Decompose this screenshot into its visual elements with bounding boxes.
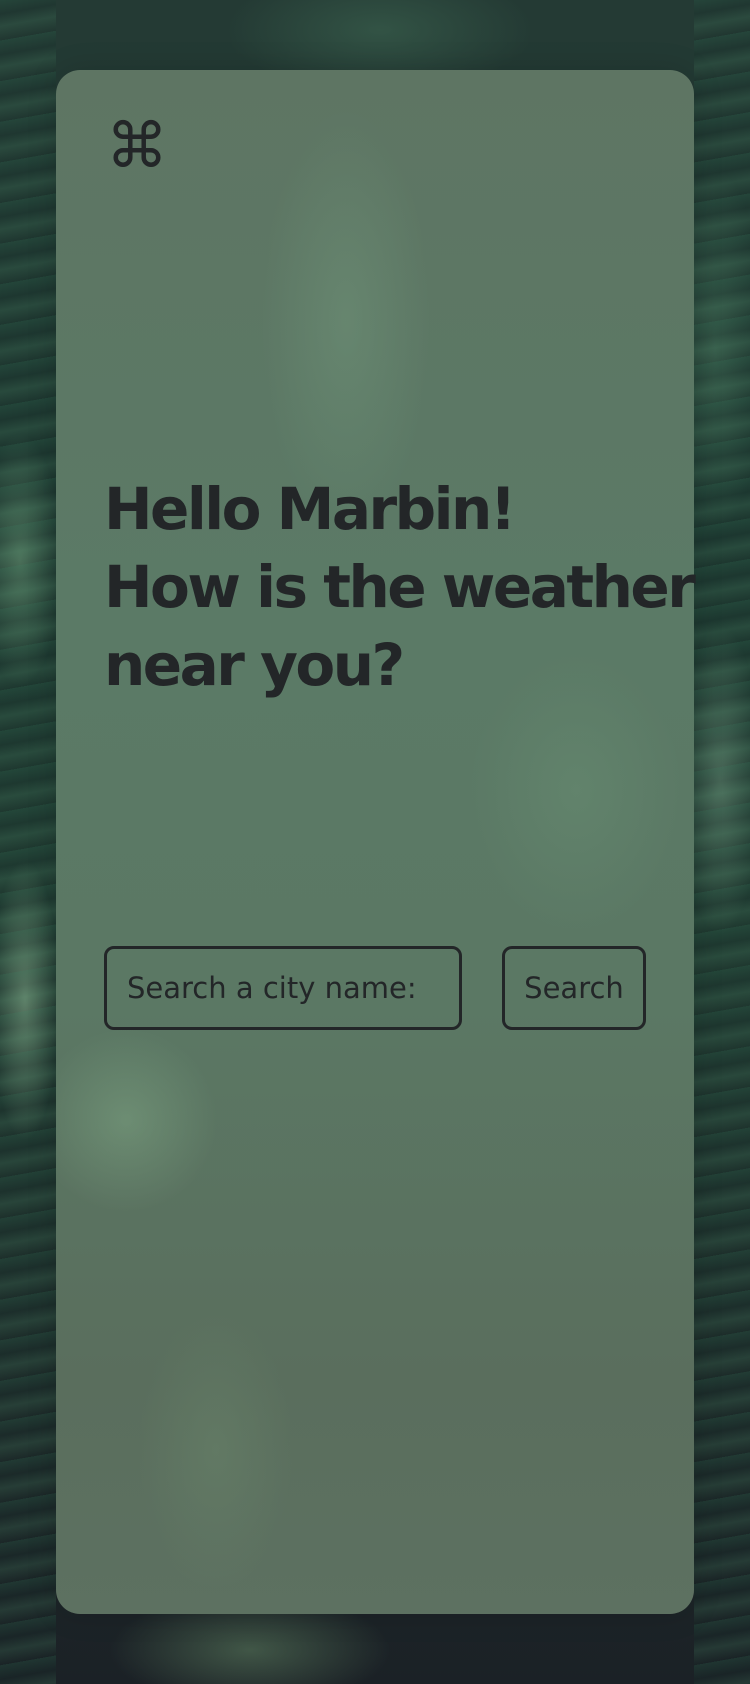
search-button[interactable]: Search bbox=[502, 946, 646, 1030]
greeting-line-3: near you? bbox=[104, 631, 405, 699]
weather-card: ⌘ Hello Marbin! How is the weather near … bbox=[56, 70, 696, 1614]
greeting-heading: Hello Marbin! How is the weather near yo… bbox=[104, 470, 696, 704]
command-icon: ⌘ bbox=[106, 109, 168, 182]
city-search-input[interactable] bbox=[104, 946, 462, 1030]
forest-background-right bbox=[694, 0, 750, 1684]
page-background: { "app": { "logo_icon": "command-icon", … bbox=[0, 0, 750, 1684]
greeting-line-2: How is the weather bbox=[104, 553, 696, 621]
forest-background-left bbox=[0, 0, 56, 1684]
greeting-line-1: Hello Marbin! bbox=[104, 475, 516, 543]
